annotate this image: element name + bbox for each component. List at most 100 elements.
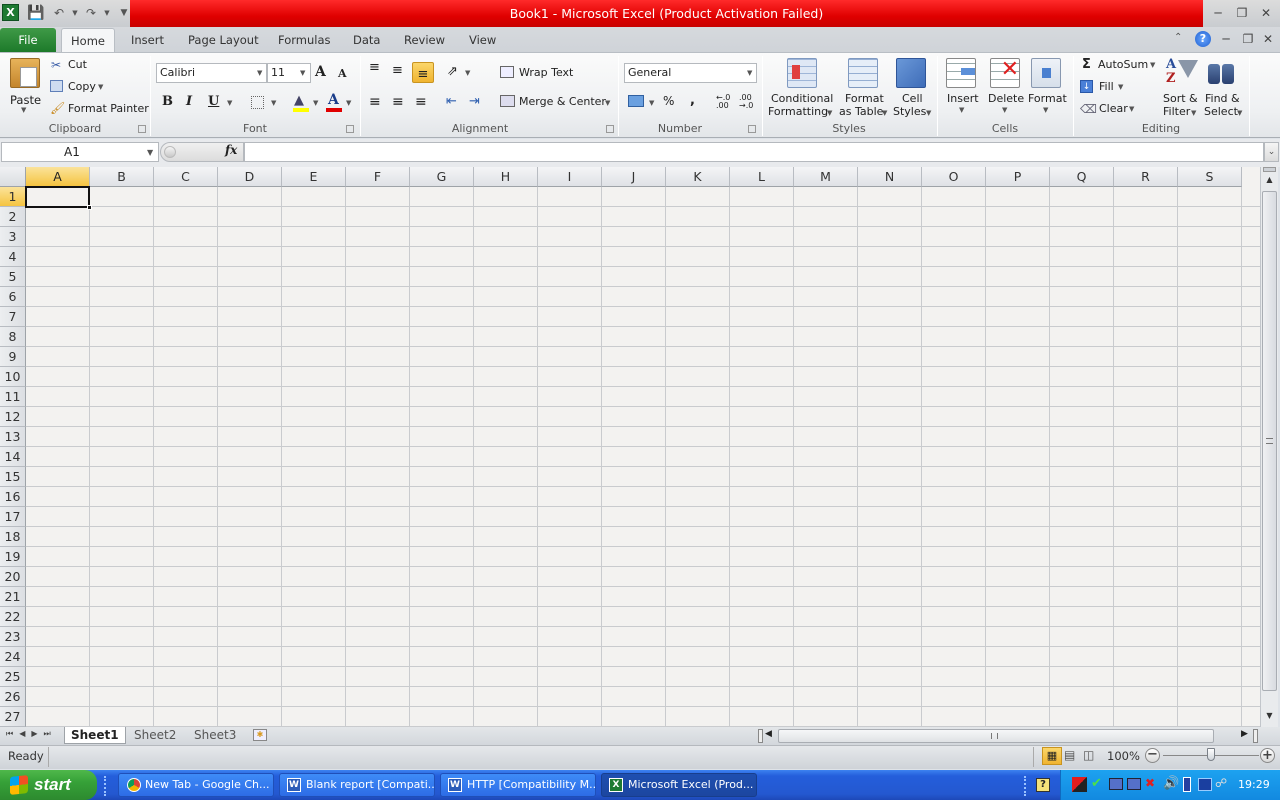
row-header-27[interactable]: 27 [0, 707, 26, 727]
column-header-i[interactable]: I [538, 167, 602, 187]
autosum-button[interactable]: AutoSum [1098, 58, 1148, 71]
merge-center-button[interactable]: Merge & Center [519, 95, 606, 108]
insert-cells-button[interactable]: Insert [947, 92, 979, 105]
column-header-g[interactable]: G [410, 167, 474, 187]
taskbar-button-chrome[interactable]: New Tab - Google Ch... [118, 773, 274, 797]
row-header-22[interactable]: 22 [0, 607, 26, 627]
insert-function-button[interactable]: fx [225, 143, 237, 157]
wrap-text-button[interactable]: Wrap Text [519, 66, 573, 79]
italic-button[interactable]: I [186, 94, 192, 109]
conditional-formatting-dropdown-icon[interactable]: ▼ [827, 109, 832, 117]
column-header-s[interactable]: S [1178, 167, 1242, 187]
vertical-scroll-thumb[interactable] [1262, 191, 1277, 691]
column-header-a[interactable]: A [26, 167, 90, 187]
workbook-close-icon[interactable]: ✕ [1258, 31, 1278, 47]
cell-styles-dropdown-icon[interactable]: ▼ [926, 109, 931, 117]
decrease-indent-icon[interactable]: ⇤ [446, 94, 457, 109]
row-header-24[interactable]: 24 [0, 647, 26, 667]
taskbar-button-excel[interactable]: Microsoft Excel (Prod... [601, 773, 757, 797]
font-color-button[interactable]: A [328, 92, 339, 108]
autosum-dropdown-icon[interactable]: ▼ [1150, 61, 1155, 69]
format-as-table-label-1[interactable]: Format [845, 92, 884, 105]
insert-cells-dropdown-icon[interactable]: ▼ [959, 106, 964, 114]
tab-review[interactable]: Review [396, 28, 453, 53]
network-disconnected-icon[interactable]: ✖ [1145, 776, 1155, 790]
vertical-scrollbar[interactable]: ▲ ▼ [1260, 167, 1278, 727]
name-box-dropdown-icon[interactable]: ▼ [147, 148, 153, 157]
save-icon[interactable]: 💾 [27, 4, 45, 22]
conditional-formatting-label-1[interactable]: Conditional [771, 92, 833, 105]
decrease-decimal-button[interactable]: .00 →.0 [739, 94, 757, 110]
merge-center-dropdown-icon[interactable]: ▼ [605, 99, 610, 107]
taskbar-button-word-blank-report[interactable]: Blank report [Compati... [279, 773, 435, 797]
cell-styles-label-1[interactable]: Cell [902, 92, 923, 105]
workbook-minimize-icon[interactable]: ─ [1216, 31, 1236, 47]
clipboard-launcher-icon[interactable] [138, 125, 146, 133]
sheet-tab-sheet1[interactable]: Sheet1 [64, 727, 126, 744]
align-middle-icon[interactable]: ≡ [392, 64, 403, 77]
formula-bar-resize-handle[interactable] [164, 146, 176, 158]
align-center-icon[interactable]: ≡ [392, 94, 404, 110]
tab-insert[interactable]: Insert [123, 28, 172, 53]
fill-handle[interactable] [87, 205, 92, 210]
name-box[interactable]: A1 [1, 142, 159, 162]
scroll-right-icon[interactable]: ▶ [1241, 729, 1248, 739]
network-icon[interactable] [1109, 778, 1123, 790]
underline-dropdown-icon[interactable]: ▼ [227, 99, 232, 107]
format-painter-button[interactable]: Format Painter [68, 102, 149, 115]
column-header-q[interactable]: Q [1050, 167, 1114, 187]
increase-indent-icon[interactable]: ⇥ [469, 94, 480, 109]
minimize-icon[interactable]: ─ [1208, 5, 1228, 21]
column-header-k[interactable]: K [666, 167, 730, 187]
font-size-dropdown-icon[interactable]: ▼ [300, 69, 305, 77]
paste-dropdown-icon[interactable]: ▼ [21, 106, 26, 114]
wireless-network-icon[interactable] [1127, 778, 1141, 790]
close-icon[interactable]: ✕ [1256, 5, 1276, 21]
clear-dropdown-icon[interactable]: ▼ [1129, 105, 1134, 113]
align-top-icon[interactable]: ≡ [369, 61, 380, 74]
orientation-dropdown-icon[interactable]: ▼ [465, 69, 470, 77]
row-header-14[interactable]: 14 [0, 447, 26, 467]
workbook-restore-icon[interactable]: ❐ [1238, 31, 1258, 47]
fill-color-icon[interactable]: ▲ [294, 93, 304, 108]
page-layout-view-icon[interactable]: ▤ [1064, 748, 1075, 762]
row-header-16[interactable]: 16 [0, 487, 26, 507]
accounting-format-icon[interactable] [628, 95, 644, 107]
increase-decimal-button[interactable]: ←.0.00 [716, 94, 734, 110]
column-header-f[interactable]: F [346, 167, 410, 187]
help-icon[interactable]: ? [1195, 31, 1211, 47]
row-header-7[interactable]: 7 [0, 307, 26, 327]
first-sheet-icon[interactable]: ⏮ [6, 729, 19, 738]
align-left-icon[interactable]: ≡ [369, 94, 381, 110]
column-header-c[interactable]: C [154, 167, 218, 187]
volume-icon[interactable]: 🔊 [1163, 776, 1179, 791]
copy-button[interactable]: Copy [68, 80, 96, 93]
column-header-j[interactable]: J [602, 167, 666, 187]
paste-icon[interactable] [10, 58, 40, 88]
bluetooth-icon[interactable]: ☍ [1215, 776, 1227, 790]
row-header-12[interactable]: 12 [0, 407, 26, 427]
paste-button[interactable]: Paste [10, 93, 41, 107]
format-as-table-label-2[interactable]: as Table [839, 105, 883, 118]
font-launcher-icon[interactable] [346, 125, 354, 133]
borders-icon[interactable] [251, 96, 264, 109]
column-header-m[interactable]: M [794, 167, 858, 187]
sort-filter-dropdown-icon[interactable]: ▼ [1191, 109, 1196, 117]
horizontal-scroll-thumb[interactable] [778, 729, 1214, 743]
fill-button[interactable]: Fill [1099, 80, 1114, 93]
tab-view[interactable]: View [461, 28, 504, 53]
format-as-table-dropdown-icon[interactable]: ▼ [882, 109, 887, 117]
worksheet-grid[interactable]: ABCDEFGHIJKLMNOPQRS 1 2 3 4 5 6 7 8 9 10 11 12 13 14 1… [0, 167, 1260, 727]
row-header-5[interactable]: 5 [0, 267, 26, 287]
tab-page-layout[interactable]: Page Layout [180, 28, 267, 53]
align-right-icon[interactable]: ≡ [415, 94, 427, 110]
scroll-left-icon[interactable]: ◀ [765, 729, 772, 739]
row-header-25[interactable]: 25 [0, 667, 26, 687]
fill-color-dropdown-icon[interactable]: ▼ [313, 99, 318, 107]
font-name-dropdown-icon[interactable]: ▼ [257, 69, 262, 77]
borders-dropdown-icon[interactable]: ▼ [271, 99, 276, 107]
restore-icon[interactable]: ❐ [1232, 5, 1252, 21]
column-header-b[interactable]: B [90, 167, 154, 187]
sort-filter-label-1[interactable]: Sort & [1163, 92, 1198, 105]
grow-font-button[interactable]: A [315, 64, 326, 80]
